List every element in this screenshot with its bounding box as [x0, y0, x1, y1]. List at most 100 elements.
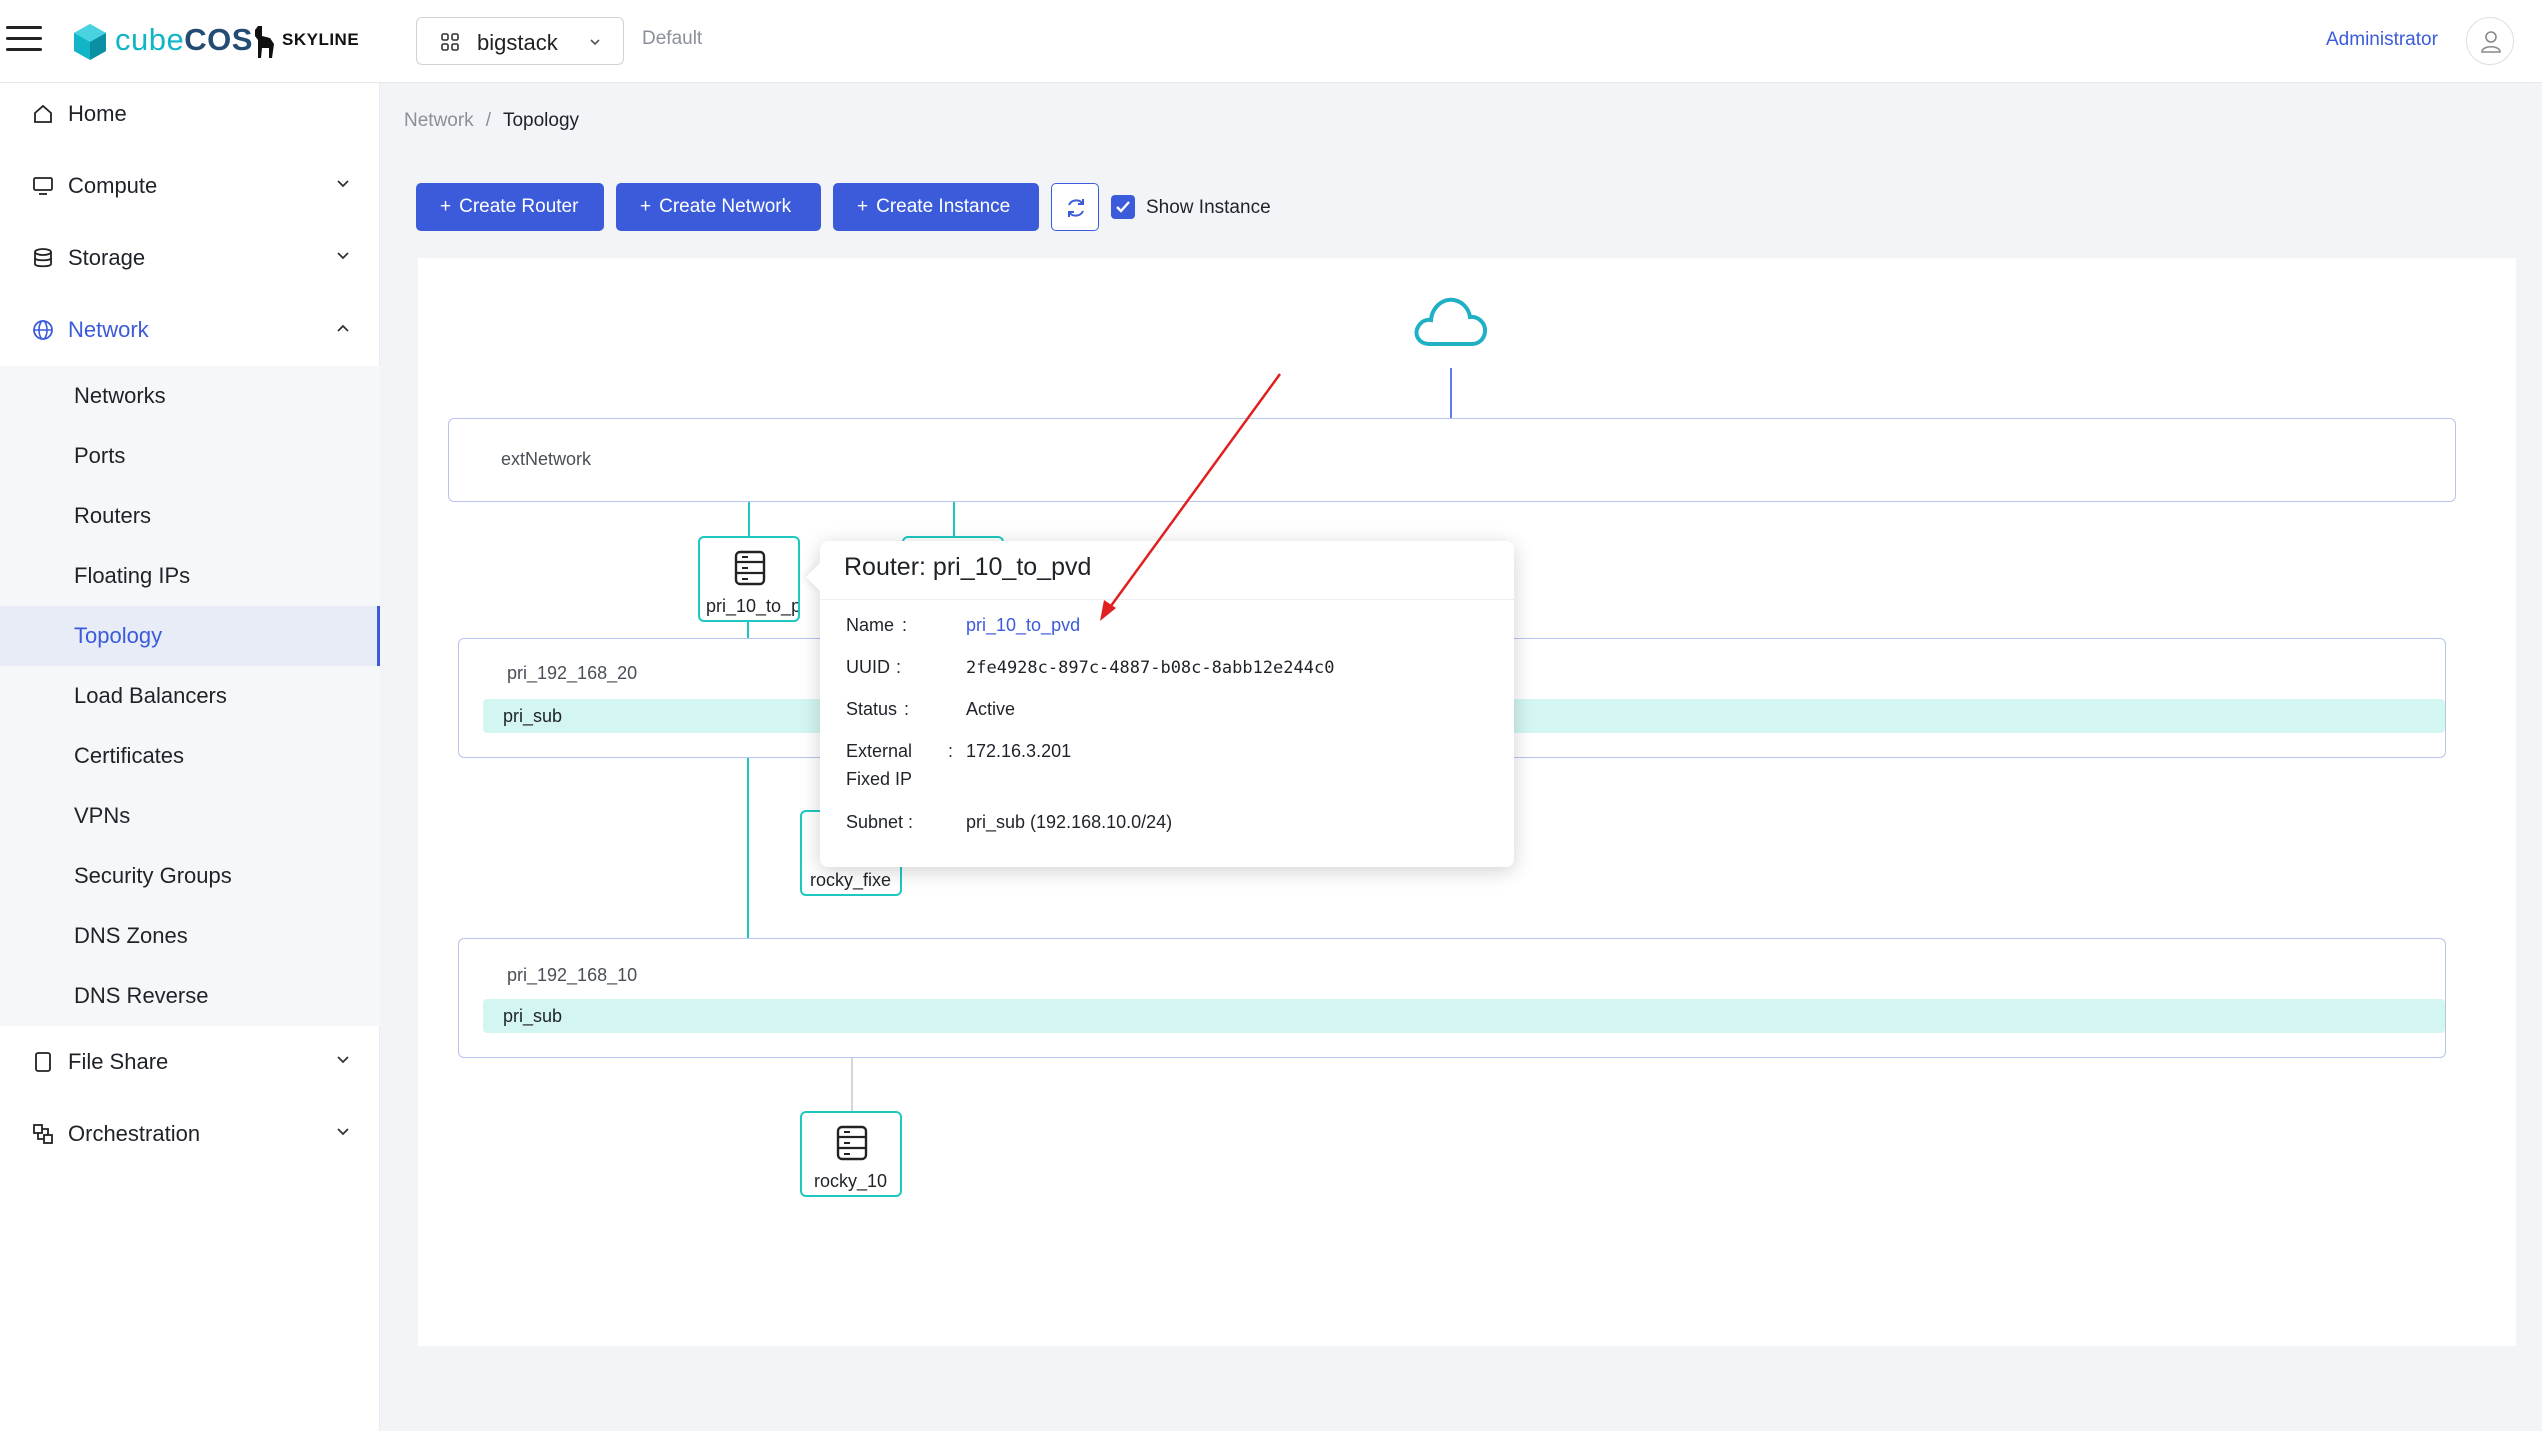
refresh-button[interactable] [1051, 183, 1099, 231]
instance-connector [851, 1057, 853, 1111]
database-icon [34, 248, 52, 268]
cube-logo-icon [74, 24, 106, 60]
project-grid-icon [441, 33, 459, 51]
sidebar-item-home[interactable]: Home [0, 87, 380, 139]
name-label: Name [846, 615, 895, 635]
sidebar-item-label: Home [68, 101, 127, 126]
sidebar-item-label: Security Groups [74, 863, 232, 888]
show-instance-label[interactable]: Show Instance [1146, 197, 1271, 219]
sidebar-item-floating-ips[interactable]: Floating IPs [0, 546, 380, 606]
external-ip-label-2: Fixed IP [846, 769, 913, 789]
external-ip-value: 172.16.3.201 [966, 741, 1072, 761]
user-avatar[interactable] [2466, 17, 2514, 65]
router-ext-connector [748, 502, 750, 538]
chevron-up-icon [337, 324, 349, 332]
colon: : [948, 741, 954, 761]
sidebar-item-security-groups[interactable]: Security Groups [0, 846, 380, 906]
sidebar-item-vpns[interactable]: VPNs [0, 786, 380, 846]
subnet-value: pri_sub (192.168.10.0/24) [966, 812, 1173, 832]
user-menu-link[interactable]: Administrator [2326, 29, 2438, 51]
chevron-down-icon [337, 1056, 349, 1064]
plus-icon: + [857, 196, 869, 217]
sidebar-item-label: Load Balancers [74, 683, 227, 708]
chevron-down-icon [337, 252, 349, 260]
instance-node[interactable]: rocky_10 [800, 1111, 902, 1197]
status-value: Active [966, 699, 1016, 719]
chevron-down-icon [337, 180, 349, 188]
sidebar-item-label: Routers [74, 503, 152, 528]
sidebar-item-ports[interactable]: Ports [0, 426, 380, 486]
button-label: Create Router [459, 196, 579, 217]
sidebar-item-storage[interactable]: Storage [0, 231, 380, 283]
internet-cloud-icon [1414, 297, 1488, 346]
node-label: rocky_fixe [810, 870, 892, 890]
node-label: pri_10_to_p [706, 596, 800, 616]
sidebar-item-topology[interactable]: Topology [0, 606, 380, 666]
sidebar-item-dns-zones[interactable]: DNS Zones [0, 906, 380, 966]
create-instance-button[interactable]: + Create Instance [833, 183, 1039, 231]
colon: : [904, 699, 910, 719]
network-name: extNetwork [501, 449, 592, 469]
sidebar-item-network[interactable]: Network [0, 303, 380, 355]
colon: : [908, 812, 914, 832]
breadcrumb-current: Topology [502, 110, 580, 131]
subnet-label: pri_sub [503, 706, 563, 726]
router-node[interactable]: pri_10_to_p [698, 536, 800, 622]
router-detail-popover: Router: pri_10_to_pvd Name : pri_10_to_p… [805, 541, 1514, 867]
server-icon [836, 1125, 868, 1161]
external-ip-label: External [846, 741, 913, 761]
create-network-button[interactable]: + Create Network [616, 183, 821, 231]
show-instance-checkbox[interactable] [1111, 195, 1135, 219]
cloud-connector [1450, 368, 1452, 418]
plus-icon: + [440, 196, 452, 217]
sidebar-item-compute[interactable]: Compute [0, 159, 380, 211]
status-label: Status [846, 699, 898, 719]
refresh-icon [1068, 199, 1084, 217]
sidebar-item-label: DNS Reverse [74, 983, 209, 1008]
sidebar-item-label: Floating IPs [74, 563, 191, 588]
globe-icon [33, 320, 53, 340]
sidebar-item-routers[interactable]: Routers [0, 486, 380, 546]
breadcrumb: Network / Topology [404, 110, 580, 131]
network-submenu: Networks Ports Routers Floating IPs Topo… [0, 366, 380, 1026]
sidebar-item-dns-reverse[interactable]: DNS Reverse [0, 966, 380, 1026]
sidebar-item-label: Network [68, 317, 149, 342]
sidebar-item-label: Storage [68, 245, 146, 270]
plus-icon: + [640, 196, 652, 217]
hamburger-menu-icon[interactable] [6, 26, 42, 56]
network-name: pri_192_168_10 [507, 965, 638, 985]
node-label: rocky_10 [814, 1171, 888, 1191]
chevron-down-icon [590, 39, 600, 46]
sidebar-item-label: Compute [68, 173, 158, 198]
subnet-bar[interactable]: pri_sub [483, 999, 2445, 1033]
file-icon [35, 1052, 51, 1072]
sidebar-item-label: Networks [74, 383, 166, 408]
user-icon [2481, 31, 2501, 53]
sidebar-item-label: DNS Zones [74, 923, 188, 948]
server-icon [734, 550, 766, 586]
router-name-link[interactable]: pri_10_to_pvd [966, 615, 1080, 636]
chevron-down-icon [337, 1128, 349, 1136]
checkmark-icon [1116, 201, 1130, 213]
sidebar-item-orchestration[interactable]: Orchestration [0, 1107, 380, 1159]
create-router-button[interactable]: + Create Router [416, 183, 604, 231]
button-label: Create Instance [876, 196, 1011, 217]
sidebar-item-networks[interactable]: Networks [0, 366, 380, 426]
colon: : [902, 615, 908, 635]
sidebar-item-certificates[interactable]: Certificates [0, 726, 380, 786]
monitor-icon [33, 177, 53, 195]
uuid-value: 2fe4928c-897c-4887-b08c-8abb12e244c0 [966, 658, 1335, 678]
subnet-label: Subnet [846, 812, 904, 832]
sidebar-item-file-share[interactable]: File Share [0, 1035, 380, 1087]
project-select[interactable]: bigstack [416, 17, 624, 65]
home-icon [34, 104, 52, 123]
subnet-label: pri_sub [503, 1006, 563, 1026]
domain-label: Default [642, 28, 703, 49]
network-box-pri-192-168-10[interactable]: pri_192_168_10 pri_sub [458, 938, 2446, 1058]
sidebar-item-load-balancers[interactable]: Load Balancers [0, 666, 380, 726]
network-name: pri_192_168_20 [507, 663, 638, 683]
skyline-logo-text: SKYLINE [282, 30, 360, 49]
uuid-label: UUID [846, 657, 890, 677]
external-network-box[interactable]: extNetwork [448, 418, 2456, 502]
breadcrumb-parent[interactable]: Network [404, 110, 474, 131]
